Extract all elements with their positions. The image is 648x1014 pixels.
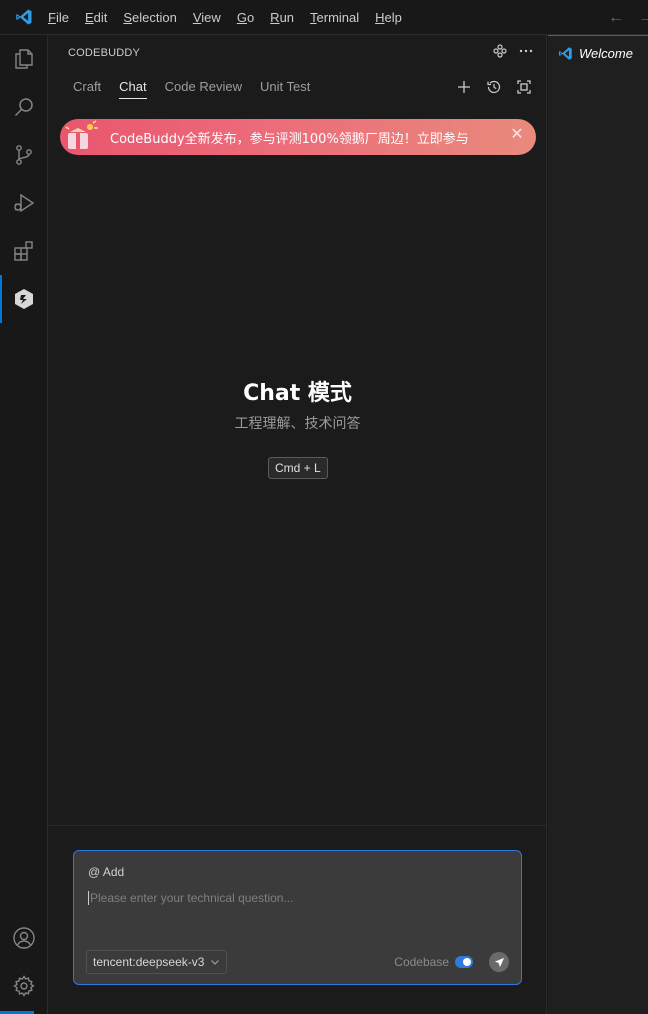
tab-craft[interactable]: Craft	[73, 79, 101, 98]
menu-bar: File Edit Selection View Go Run Terminal…	[48, 0, 410, 35]
extensions-icon[interactable]	[0, 227, 48, 275]
divider	[48, 825, 547, 826]
title-bar: File Edit Selection View Go Run Terminal…	[0, 0, 648, 35]
promo-banner[interactable]: CodeBuddy全新发布，参与评测100%领鹅厂周边！立即参与 ✕	[60, 119, 536, 155]
history-icon[interactable]	[486, 79, 502, 100]
editor-area: Welcome	[548, 35, 648, 1014]
codebuddy-icon[interactable]	[0, 275, 48, 323]
codebuddy-panel: CODEBUDDY Craft Chat Code Review Unit Te…	[48, 35, 547, 1014]
question-input[interactable]	[88, 891, 508, 905]
shortcut-badge: Cmd + L	[268, 457, 328, 479]
menu-run[interactable]: Run	[262, 0, 302, 35]
editor-tab-welcome[interactable]: Welcome	[548, 35, 648, 70]
back-arrow-icon[interactable]: ←	[608, 9, 624, 27]
panel-title: CODEBUDDY	[68, 47, 141, 59]
chat-actions	[456, 79, 532, 100]
mode-tabs: Craft Chat Code Review Unit Test	[73, 79, 328, 99]
vscode-logo-icon	[0, 0, 48, 35]
plugin-icon[interactable]	[492, 43, 508, 64]
menu-help[interactable]: Help	[367, 0, 410, 35]
model-selector[interactable]: tencent:deepseek-v3	[86, 950, 228, 974]
search-icon[interactable]	[0, 83, 48, 131]
explorer-icon[interactable]	[0, 35, 48, 83]
settings-gear-icon[interactable]	[0, 962, 48, 1010]
tab-chat[interactable]: Chat	[119, 79, 148, 99]
menu-edit[interactable]: Edit	[77, 0, 115, 35]
navigation-controls: ← →	[608, 0, 648, 35]
menu-go[interactable]: Go	[229, 0, 262, 35]
chevron-down-icon	[211, 960, 220, 965]
tab-code-review[interactable]: Code Review	[165, 79, 242, 98]
gift-icon	[60, 119, 104, 155]
menu-terminal[interactable]: Terminal	[302, 0, 367, 35]
account-icon[interactable]	[0, 914, 48, 962]
mode-subtitle: 工程理解、技术问答	[234, 416, 361, 432]
new-chat-icon[interactable]	[456, 79, 472, 100]
promo-banner-text: CodeBuddy全新发布，参与评测100%领鹅厂周边！立即参与	[110, 131, 469, 147]
run-debug-icon[interactable]	[0, 179, 48, 227]
source-control-icon[interactable]	[0, 131, 48, 179]
editor-tab-label: Welcome	[579, 45, 633, 61]
model-name: tencent:deepseek-v3	[93, 955, 205, 969]
close-icon[interactable]: ✕	[510, 127, 524, 143]
activity-bar	[0, 35, 48, 1014]
forward-arrow-icon[interactable]: →	[638, 9, 648, 27]
vscode-logo-icon	[559, 46, 572, 60]
mode-title: Chat 模式	[243, 381, 352, 406]
panel-header-actions	[492, 43, 534, 64]
expand-icon[interactable]	[516, 79, 532, 100]
codebase-toggle[interactable]	[455, 956, 473, 968]
codebase-control: Codebase	[394, 955, 473, 969]
menu-file[interactable]: File	[48, 0, 77, 35]
send-button[interactable]	[489, 952, 509, 972]
add-context-button[interactable]: @ Add	[88, 865, 124, 879]
chat-composer: @ Add tencent:deepseek-v3 Codebase	[73, 850, 522, 985]
menu-view[interactable]: View	[185, 0, 229, 35]
codebase-label: Codebase	[394, 955, 449, 969]
more-actions-icon[interactable]	[518, 43, 534, 64]
menu-selection[interactable]: Selection	[115, 0, 184, 35]
send-icon	[494, 957, 504, 967]
tab-unit-test[interactable]: Unit Test	[260, 79, 310, 98]
